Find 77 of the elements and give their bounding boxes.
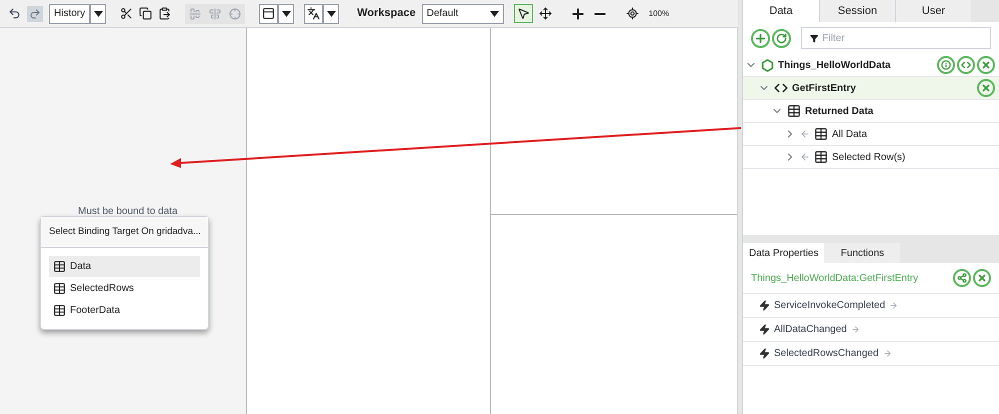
info-icon [941,60,951,70]
tree-item[interactable]: All Data [832,126,868,142]
remove-button[interactable] [977,79,995,97]
dropdown-button[interactable] [278,4,294,24]
panel-tab[interactable]: Data [743,0,819,22]
history-dropdown[interactable]: History [49,4,90,24]
add-button[interactable] [751,28,770,48]
undo-icon[interactable] [8,7,21,20]
share-icon [957,273,967,283]
workspace-dropdown[interactable]: Default [422,4,504,24]
workspace-label: Workspace [357,6,416,22]
grid-widget[interactable]: Must be bound to data Select Binding Target On gridadva... Data SelectedRows FooterData [0,28,246,414]
layout-icon[interactable] [262,7,276,20]
grid-message: Must be bound to data [78,205,178,219]
zoom-in-icon[interactable] [570,6,586,22]
arrow-icon [800,129,810,139]
event-item[interactable]: ServiceInvokeCompleted [774,298,886,313]
table-icon [53,260,66,274]
remove-button[interactable] [973,269,991,287]
panel-tab[interactable]: Data Properties [743,243,824,263]
event-item[interactable]: AllDataChanged [774,322,847,337]
caret-icon [94,10,103,16]
fit-icon[interactable] [626,7,639,20]
tree-item[interactable]: Returned Data [805,104,874,118]
table-icon [787,104,801,118]
caret-icon [490,10,499,16]
filter-field[interactable]: Filter [801,27,991,49]
arrow-icon [850,325,860,334]
cut-icon[interactable] [120,7,134,20]
table-icon [814,150,828,164]
tree-item[interactable]: GetFirstEntry [792,80,856,96]
remove-button[interactable] [977,56,995,74]
lightning-icon [759,348,770,359]
binding-option[interactable]: Data [49,256,200,278]
dropdown-button[interactable] [323,4,340,24]
lightning-icon [759,300,770,311]
filter-input[interactable]: Filter [822,30,982,46]
plus-icon [754,32,767,44]
binding-option[interactable]: SelectedRows [49,278,200,300]
panel-tab[interactable]: User [895,0,971,22]
copy-icon[interactable] [139,7,152,20]
arrow-icon [800,152,810,162]
binding-option[interactable]: FooterData [49,300,200,322]
code-icon [774,81,788,95]
tree-item[interactable]: Things_HelloWorldData [778,58,891,72]
filter-icon [810,34,818,42]
paste-icon[interactable] [158,7,172,20]
refresh-icon [776,32,787,44]
close-icon [981,83,991,93]
panel-tab[interactable]: Functions [824,243,900,263]
table-icon [814,127,828,141]
popup-title: Select Binding Target On gridadva... [41,217,208,248]
share-button[interactable] [953,269,971,287]
arrow-icon [882,349,892,358]
info-button[interactable] [937,56,955,74]
tree-item[interactable]: Selected Row(s) [832,150,906,164]
table-icon [53,282,66,296]
pointer-icon[interactable] [516,7,530,20]
hexagon-icon [761,58,774,72]
arrow-icon [889,301,898,310]
panel-tab[interactable]: Session [819,0,895,22]
zoom-level: 100% [648,8,670,20]
lightning-icon [759,324,770,335]
close-icon [981,60,991,70]
refresh-button[interactable] [772,28,791,48]
table-icon [53,304,66,318]
redo-icon[interactable] [29,8,41,20]
language-icon[interactable] [307,7,320,20]
close-icon [977,273,987,283]
move-icon[interactable] [538,7,552,20]
data-source-name: Things_HelloWorldData:GetFirstEntry [751,272,920,286]
dropdown-button[interactable] [90,4,106,24]
code-button[interactable] [957,56,975,74]
code-icon [961,60,971,70]
caret-icon [326,10,336,16]
caret-icon [282,10,291,16]
event-item[interactable]: SelectedRowsChanged [774,346,879,361]
